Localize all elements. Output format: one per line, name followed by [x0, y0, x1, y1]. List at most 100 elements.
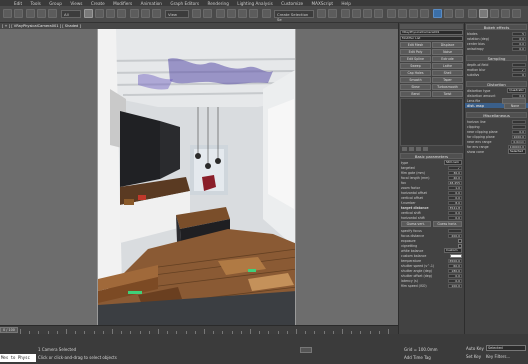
modifier-button-taper[interactable]: Taper — [432, 77, 463, 83]
key-filters-button[interactable]: Key Filters... — [486, 354, 510, 359]
align-icon[interactable] — [328, 9, 337, 18]
target-distance-spinner[interactable]: 3541.8 — [447, 205, 462, 210]
modifier-button-bend[interactable]: Bend — [400, 91, 431, 97]
edit-named-selection-icon[interactable] — [262, 9, 271, 18]
guess-vert-button[interactable]: Guess vert. — [401, 221, 431, 227]
menu-item-edit[interactable]: Edit — [0, 1, 26, 6]
set-key-button[interactable]: Set Key — [466, 354, 481, 359]
modify-panel-icon[interactable] — [479, 9, 488, 18]
modifier-button-lathe[interactable]: Lathe — [432, 63, 463, 69]
param-spinner[interactable]: 0.0 — [512, 41, 526, 46]
param-spinner[interactable]: 200.0 — [448, 233, 462, 238]
menu-item-animation[interactable]: Animation — [136, 1, 166, 6]
param-spinner[interactable]: 0.0 — [448, 195, 462, 200]
menu-item-graph-editors[interactable]: Graph Editors — [166, 1, 203, 6]
pivot-center-icon[interactable] — [192, 9, 201, 18]
modifier-button-smooth[interactable]: Smooth — [400, 77, 431, 83]
param-spinner[interactable]: 60.0 — [448, 263, 462, 268]
make-unique-icon[interactable] — [416, 147, 421, 151]
command-panel-tabs[interactable] — [400, 24, 463, 29]
utilities-panel-icon[interactable] — [512, 9, 521, 18]
menu-item-help[interactable]: Help — [337, 1, 355, 6]
param-spinner[interactable] — [512, 119, 526, 124]
modifier-stack[interactable] — [400, 98, 463, 146]
param-spinner[interactable]: 48.455 — [447, 180, 462, 185]
param-spinner[interactable]: 0.0 — [512, 36, 526, 41]
param-spinner[interactable]: ✓ — [448, 165, 462, 170]
param-spinner[interactable]: 40.0 — [448, 175, 462, 180]
hierarchy-panel-icon[interactable] — [490, 9, 499, 18]
modifier-list-dropdown[interactable]: Modifier List — [400, 36, 463, 41]
menu-item-create[interactable]: Create — [87, 1, 109, 6]
time-slider[interactable]: 0 / 100 — [0, 325, 398, 334]
selection-filter-dropdown[interactable]: All — [61, 10, 81, 18]
param-spinner[interactable]: 0.0 — [448, 190, 462, 195]
menu-item-lighting-analysis[interactable]: Lighting Analysis — [233, 1, 277, 6]
unlink-icon[interactable] — [37, 9, 46, 18]
param-spinner[interactable] — [512, 62, 526, 67]
param-spinner[interactable]: 100000.0 — [507, 144, 526, 149]
param-spinner[interactable]: 180.0 — [448, 268, 462, 273]
param-spinner[interactable]: 100.0 — [448, 283, 462, 288]
object-name-field[interactable]: VRayPhysicalCamera001 — [400, 30, 463, 35]
auto-key-button[interactable]: Auto Key — [466, 346, 484, 351]
menu-item-rendering[interactable]: Rendering — [203, 1, 233, 6]
distortion-rollout[interactable]: Distortion — [466, 81, 527, 87]
menu-item-maxscript[interactable]: MAXScript — [307, 1, 337, 6]
create-panel-icon[interactable] — [468, 9, 477, 18]
menu-item-group[interactable]: Group — [45, 1, 66, 6]
menu-item-customize[interactable]: Customize — [277, 1, 307, 6]
select-and-move-icon[interactable] — [130, 9, 139, 18]
mirror-icon[interactable] — [317, 9, 326, 18]
modifier-button-extrude[interactable]: Extrude — [432, 56, 463, 62]
modifier-button-cap-holes[interactable]: Cap Holes — [400, 70, 431, 76]
key-mode-dropdown[interactable]: Selected — [486, 345, 526, 351]
vray-sun-icon[interactable] — [455, 9, 464, 18]
select-object-icon[interactable] — [84, 9, 93, 18]
time-slider-thumb[interactable]: 0 / 100 — [0, 327, 18, 333]
vray-light-icon[interactable] — [444, 9, 453, 18]
modifier-button-edit-mesh[interactable]: Edit Mesh — [400, 42, 431, 48]
render-setup-icon[interactable] — [398, 9, 407, 18]
add-time-tag-button[interactable]: Add Time Tag — [404, 355, 431, 360]
reference-coordinate-dropdown[interactable]: View — [165, 10, 189, 18]
modifier-button-twist[interactable]: Twist — [432, 91, 463, 97]
modifier-button-edit-spline[interactable]: Edit Spline — [400, 56, 431, 62]
guess-horiz-button[interactable]: Guess horiz. — [432, 221, 462, 227]
pin-stack-icon[interactable] — [402, 147, 407, 151]
remove-modifier-icon[interactable] — [423, 147, 428, 151]
select-manipulate-icon[interactable] — [203, 9, 212, 18]
param-spinner[interactable]: 0.0 — [448, 215, 462, 220]
param-spinner[interactable] — [512, 124, 526, 129]
param-spinner[interactable]: 0.0 — [448, 210, 462, 215]
modifier-button-edit-poly[interactable]: Edit Poly — [400, 49, 431, 55]
white-balance-dropdown[interactable]: Custom — [444, 248, 462, 253]
menu-item-tools[interactable]: Tools — [26, 1, 45, 6]
modifier-button-displace[interactable]: Displace — [432, 42, 463, 48]
camera-viewport[interactable] — [0, 29, 398, 325]
bokeh-effects-rollout[interactable]: Bokeh effects — [466, 24, 527, 30]
modifier-button-skew[interactable]: Skew — [400, 84, 431, 90]
graphite-ribbon-icon[interactable] — [352, 9, 361, 18]
param-spinner[interactable]: 1000.0 — [511, 134, 526, 139]
param-spinner[interactable]: 0.0 — [448, 278, 462, 283]
render-production-icon[interactable] — [420, 9, 429, 18]
modifier-button-shell[interactable]: Shell — [432, 70, 463, 76]
custom-balance-swatch[interactable] — [450, 253, 462, 258]
modifier-button-sweep[interactable]: Sweep — [400, 63, 431, 69]
select-and-rotate-icon[interactable] — [141, 9, 150, 18]
param-spinner[interactable]: 5 — [512, 31, 526, 36]
isolate-selection-icon[interactable] — [300, 347, 312, 353]
redo-icon[interactable] — [14, 9, 23, 18]
distortion-type-dropdown[interactable]: Quadratic — [507, 88, 526, 93]
schematic-view-icon[interactable] — [374, 9, 383, 18]
param-spinner[interactable]: 8.0 — [448, 200, 462, 205]
param-spinner[interactable]: 6 — [512, 72, 526, 77]
spinner-snap-icon[interactable] — [249, 9, 258, 18]
exposure-checkbox[interactable] — [458, 238, 462, 243]
param-spinner[interactable]: 0.0 — [448, 273, 462, 278]
rectangular-selection-icon[interactable] — [106, 9, 115, 18]
modifier-button-noise[interactable]: Noise — [432, 49, 463, 55]
dist-map-button[interactable]: None — [504, 102, 526, 109]
named-selection-dropdown[interactable]: Create Selection Se — [274, 10, 314, 22]
